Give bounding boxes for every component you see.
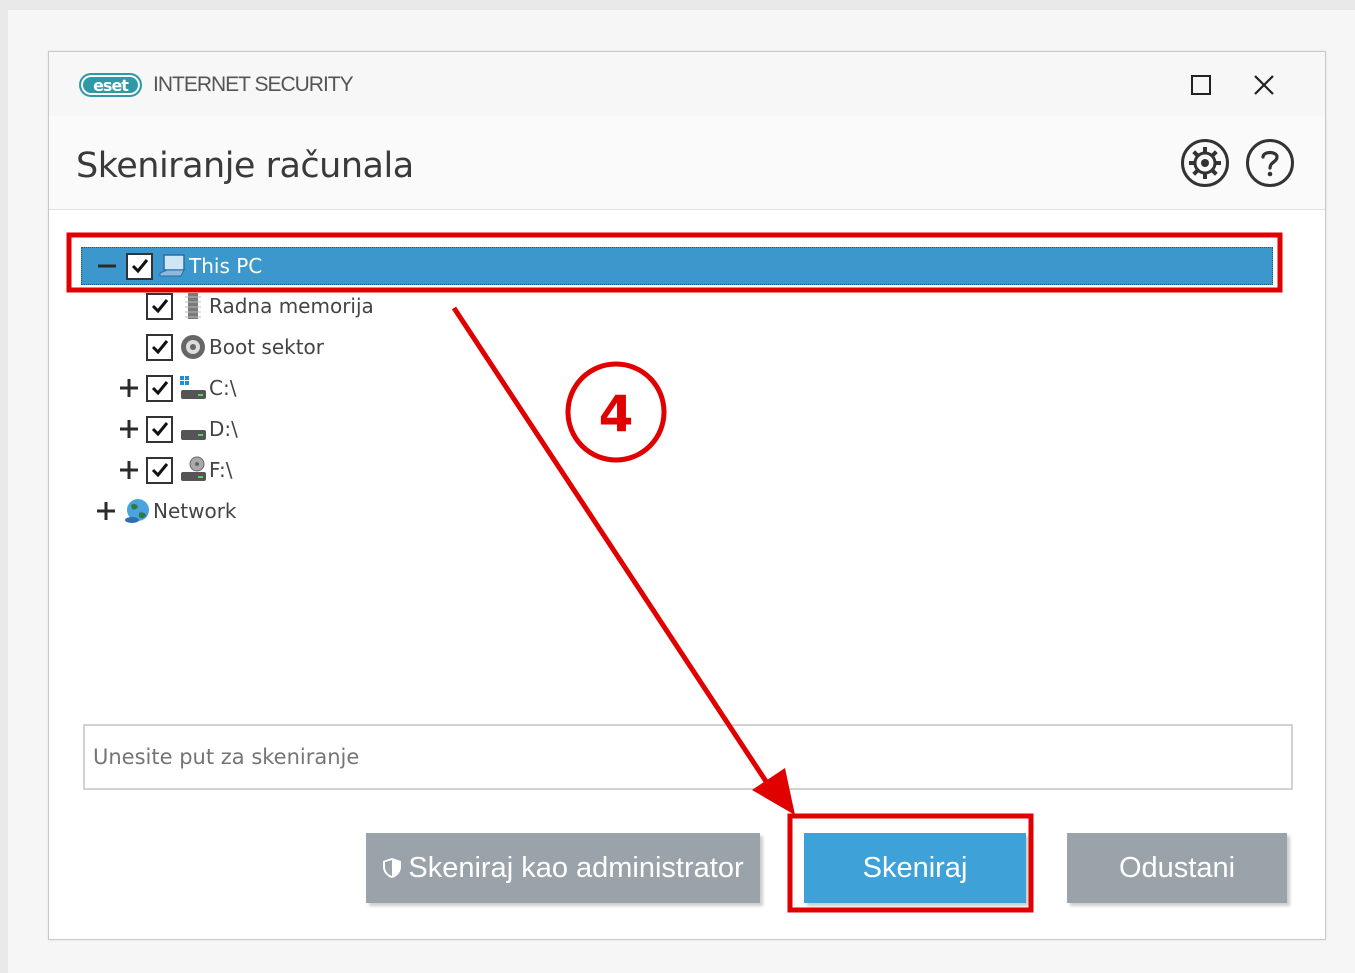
memory-icon	[179, 292, 207, 320]
tree-item-boot-sector[interactable]: Boot sektor	[146, 329, 324, 365]
close-icon	[1254, 75, 1274, 95]
title-bar: eset INTERNET SECURITY	[49, 52, 1325, 116]
computer-icon	[159, 252, 187, 280]
tree-item-label: D:\	[209, 417, 238, 441]
scan-target-tree: This PC Radna memorija Boot sektor C:\ D…	[49, 210, 1325, 710]
network-globe-icon	[123, 497, 151, 525]
tree-item-label: Radna memorija	[209, 294, 374, 318]
checkbox-drive-f[interactable]	[146, 456, 173, 484]
plus-icon	[97, 502, 115, 520]
windows-drive-icon	[179, 374, 207, 402]
tree-item-label: C:\	[209, 376, 237, 400]
page-title: Skeniranje računala	[76, 146, 414, 186]
maximize-icon	[1191, 75, 1211, 95]
checkbox-memory[interactable]	[146, 292, 173, 320]
checkmark-icon	[151, 381, 168, 396]
checkbox-boot-sector[interactable]	[146, 333, 173, 361]
shield-icon	[383, 858, 402, 878]
tree-item-drive-c[interactable]: C:\	[118, 370, 236, 406]
help-icon	[1246, 139, 1294, 187]
scan-as-admin-label: Skeniraj kao administrator	[408, 851, 744, 884]
tree-item-label: F:\	[209, 458, 233, 482]
cancel-button[interactable]: Odustani	[1067, 833, 1287, 903]
maximize-button[interactable]	[1184, 68, 1218, 102]
page-header: Skeniranje računala	[49, 116, 1325, 210]
checkmark-icon	[151, 422, 168, 437]
eset-logo-badge: eset	[79, 73, 142, 97]
eset-window: eset INTERNET SECURITY Skeniranje računa…	[48, 51, 1326, 940]
expand-toggle[interactable]	[118, 459, 140, 481]
checkmark-icon	[151, 463, 168, 478]
disc-icon	[179, 333, 207, 361]
checkmark-icon	[151, 299, 168, 314]
checkbox-this-pc[interactable]	[126, 252, 153, 280]
scan-label: Skeniraj	[862, 851, 968, 884]
scan-as-admin-button[interactable]: Skeniraj kao administrator	[366, 833, 760, 903]
scan-button[interactable]: Skeniraj	[804, 833, 1026, 903]
checkbox-drive-d[interactable]	[146, 415, 173, 443]
tree-item-label: Network	[153, 499, 237, 523]
minus-icon	[98, 264, 116, 268]
expand-toggle[interactable]	[118, 377, 140, 399]
plus-icon	[120, 420, 138, 438]
product-name: INTERNET SECURITY	[153, 73, 354, 96]
tree-item-drive-f[interactable]: F:\	[118, 452, 232, 488]
plus-icon	[120, 379, 138, 397]
drive-icon	[179, 415, 207, 443]
checkbox-drive-c[interactable]	[146, 374, 173, 402]
expand-toggle[interactable]	[118, 418, 140, 440]
checkmark-icon	[151, 340, 168, 355]
tree-item-this-pc[interactable]: This PC	[81, 247, 1273, 285]
plus-icon	[120, 461, 138, 479]
checkmark-icon	[131, 259, 148, 274]
tree-item-label: This PC	[189, 254, 263, 278]
settings-button[interactable]	[1180, 138, 1230, 188]
help-button[interactable]	[1245, 138, 1295, 188]
eset-logo: eset INTERNET SECURITY	[79, 72, 354, 98]
tree-item-memory[interactable]: Radna memorija	[146, 288, 374, 324]
gear-icon	[1181, 139, 1229, 187]
tree-item-network[interactable]: Network	[95, 493, 237, 529]
optical-drive-icon	[179, 456, 207, 484]
scan-path-input[interactable]	[83, 724, 1293, 790]
expand-toggle[interactable]	[95, 500, 117, 522]
cancel-label: Odustani	[1118, 851, 1236, 884]
tree-item-label: Boot sektor	[209, 335, 324, 359]
close-button[interactable]	[1247, 68, 1281, 102]
collapse-toggle[interactable]	[96, 255, 118, 277]
tree-item-drive-d[interactable]: D:\	[118, 411, 238, 447]
